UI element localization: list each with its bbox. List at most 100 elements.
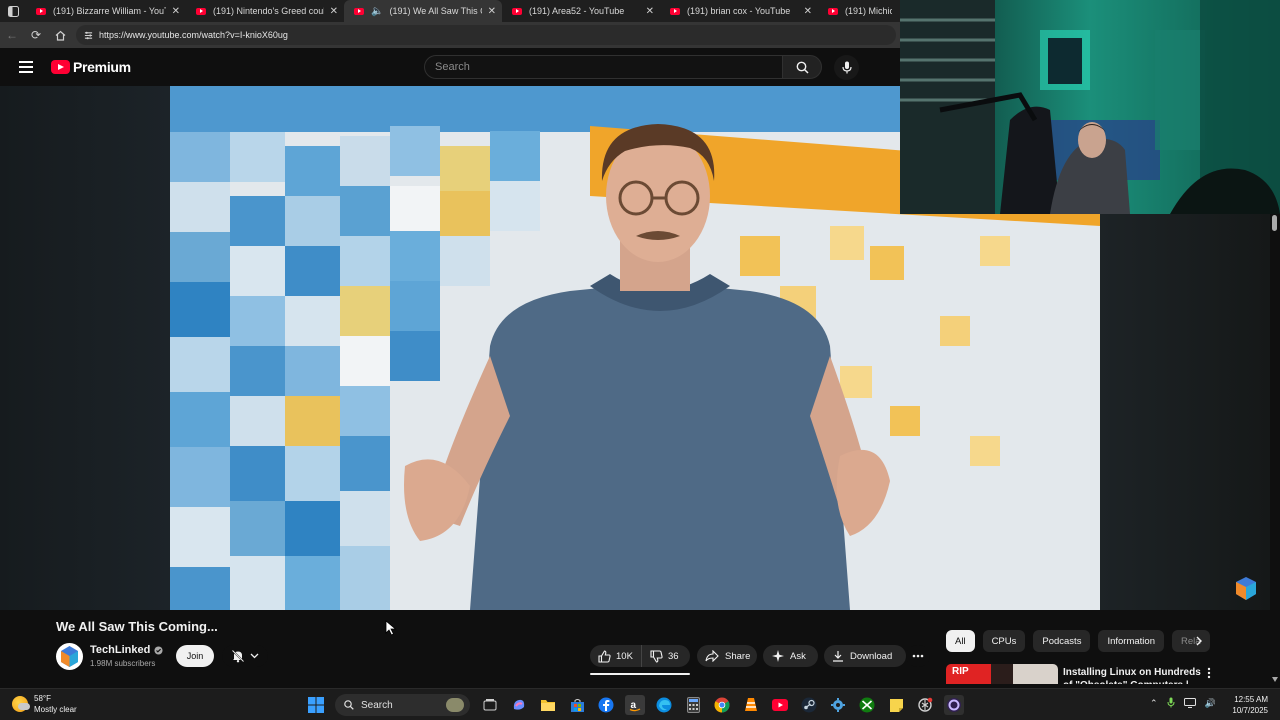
close-tab-icon[interactable]: ✕: [172, 6, 180, 17]
dislike-button[interactable]: 36: [642, 645, 679, 667]
channel-name[interactable]: TechLinked: [90, 644, 163, 656]
close-tab-icon[interactable]: ✕: [488, 6, 496, 17]
search-box: [424, 55, 822, 79]
browser-tab[interactable]: (191) Nintendo's Greed could Ch ✕: [186, 0, 344, 22]
chatgpt-icon[interactable]: [915, 695, 935, 715]
search-button[interactable]: [782, 55, 822, 79]
windows-taskbar: 58°F Mostly clear Search a ⌃ 🔊 12:55 AM …: [0, 688, 1280, 720]
show-hidden-icons-icon[interactable]: ⌃: [1150, 698, 1158, 709]
youtube-premium-logo[interactable]: Premium: [51, 59, 131, 75]
ask-button[interactable]: Ask: [763, 645, 818, 667]
app-gear-icon[interactable]: [828, 695, 848, 715]
taskbar-search[interactable]: Search: [335, 694, 470, 716]
sticky-notes-icon[interactable]: [886, 695, 906, 715]
sparkle-icon: [772, 650, 784, 662]
video-title: We All Saw This Coming...: [56, 619, 218, 634]
xbox-icon[interactable]: [857, 695, 877, 715]
scrollbar-thumb[interactable]: [1272, 215, 1277, 231]
bell-icon: [231, 649, 245, 663]
close-tab-icon[interactable]: ✕: [646, 6, 654, 17]
menu-icon[interactable]: [19, 61, 33, 73]
youtube-favicon-icon: [512, 7, 522, 15]
share-icon: [705, 650, 719, 662]
page-scrollbar[interactable]: [1270, 214, 1280, 684]
chrome-icon[interactable]: [712, 695, 732, 715]
share-button[interactable]: Share: [697, 645, 757, 667]
weather-widget[interactable]: 58°F Mostly clear: [12, 693, 77, 715]
browser-tab[interactable]: (191) Bizzarre William - YouTube ✕: [26, 0, 186, 22]
calculator-icon[interactable]: [683, 695, 703, 715]
youtube-favicon-icon: [670, 7, 680, 15]
chip-podcasts[interactable]: Podcasts: [1033, 630, 1091, 652]
reload-icon[interactable]: ⟳: [24, 22, 48, 48]
chip-all[interactable]: All: [946, 630, 975, 652]
youtube-favicon-icon: [36, 7, 46, 15]
voice-search-button[interactable]: [834, 55, 859, 80]
join-button[interactable]: Join: [176, 645, 214, 667]
more-vertical-icon[interactable]: [1206, 667, 1212, 679]
more-actions-button[interactable]: [906, 645, 930, 667]
volume-icon[interactable]: 🔊: [1205, 698, 1216, 709]
steam-icon[interactable]: [799, 695, 819, 715]
obs-icon[interactable]: [944, 695, 964, 715]
microphone-tray-icon[interactable]: [1167, 697, 1175, 710]
browser-tab-active[interactable]: 🔈 (191) We All Saw This Comin ✕: [344, 0, 502, 22]
download-icon: [833, 651, 843, 662]
file-explorer-icon[interactable]: [538, 695, 558, 715]
channel-watermark-icon[interactable]: [1234, 576, 1258, 602]
like-ratio-bar: [590, 673, 690, 675]
back-icon[interactable]: ←: [0, 22, 24, 48]
mouse-cursor-icon: [385, 620, 397, 636]
browser-tab[interactable]: (191) Area52 - YouTube ✕: [502, 0, 660, 22]
facebook-icon[interactable]: [596, 695, 616, 715]
tab-actions-icon[interactable]: [0, 0, 26, 22]
system-clock[interactable]: 12:55 AM 10/7/2025: [1224, 694, 1268, 716]
webcam-overlay: [900, 0, 1280, 214]
browser-tab[interactable]: (191) Michio Kak: [818, 0, 898, 22]
related-filter-chips: All CPUs Podcasts Information Rela: [946, 630, 1218, 652]
youtube-app-icon[interactable]: [770, 695, 790, 715]
recommended-video-title[interactable]: Installing Linux on Hundreds of "Obsolet…: [1063, 666, 1203, 684]
channel-avatar[interactable]: [56, 643, 83, 670]
download-button[interactable]: Download: [824, 645, 906, 667]
address-bar[interactable]: https://www.youtube.com/watch?v=I-knioX6…: [76, 25, 896, 45]
youtube-favicon-icon: [196, 7, 206, 15]
edge-icon[interactable]: [654, 695, 674, 715]
scroll-down-arrow-icon[interactable]: [1272, 677, 1278, 682]
search-input[interactable]: [424, 55, 782, 79]
system-tray: ⌃ 🔊: [1150, 697, 1225, 710]
svg-text:a: a: [631, 700, 637, 711]
windows-start-icon[interactable]: [306, 695, 326, 715]
chip-information[interactable]: Information: [1098, 630, 1164, 652]
search-icon: [796, 61, 809, 74]
ambient-left: [0, 86, 170, 610]
like-button[interactable]: 10K: [590, 645, 642, 667]
search-icon: [344, 700, 354, 710]
verified-badge-icon: [154, 645, 163, 655]
speaker-icon[interactable]: 🔈: [371, 6, 383, 17]
notifications-button[interactable]: [222, 645, 268, 667]
thumbs-down-icon: [650, 649, 663, 663]
site-info-icon[interactable]: [84, 31, 93, 40]
close-tab-icon[interactable]: ✕: [804, 6, 812, 17]
copilot-icon[interactable]: [509, 695, 529, 715]
subscriber-count: 1.98M subscribers: [90, 659, 156, 668]
microphone-icon: [841, 61, 852, 74]
vlc-icon[interactable]: [741, 695, 761, 715]
taskbar-apps: Search a: [306, 694, 973, 716]
chip-cpus[interactable]: CPUs: [982, 630, 1026, 652]
task-view-icon[interactable]: [480, 695, 500, 715]
chevron-right-icon[interactable]: [1192, 634, 1206, 648]
chevron-down-icon: [250, 653, 259, 659]
close-tab-icon[interactable]: ✕: [330, 6, 338, 17]
like-dislike-group: 10K 36: [590, 645, 690, 667]
browser-tab[interactable]: (191) brian cox - YouTube ✕: [660, 0, 818, 22]
youtube-favicon-icon: [354, 7, 364, 15]
recommended-video-thumbnail[interactable]: RIP: [946, 664, 1058, 684]
more-horizontal-icon: [912, 654, 924, 658]
home-icon[interactable]: [48, 22, 72, 48]
network-icon[interactable]: [1183, 697, 1196, 710]
microsoft-store-icon[interactable]: [567, 695, 587, 715]
weather-icon: [12, 696, 30, 712]
amazon-icon[interactable]: a: [625, 695, 645, 715]
